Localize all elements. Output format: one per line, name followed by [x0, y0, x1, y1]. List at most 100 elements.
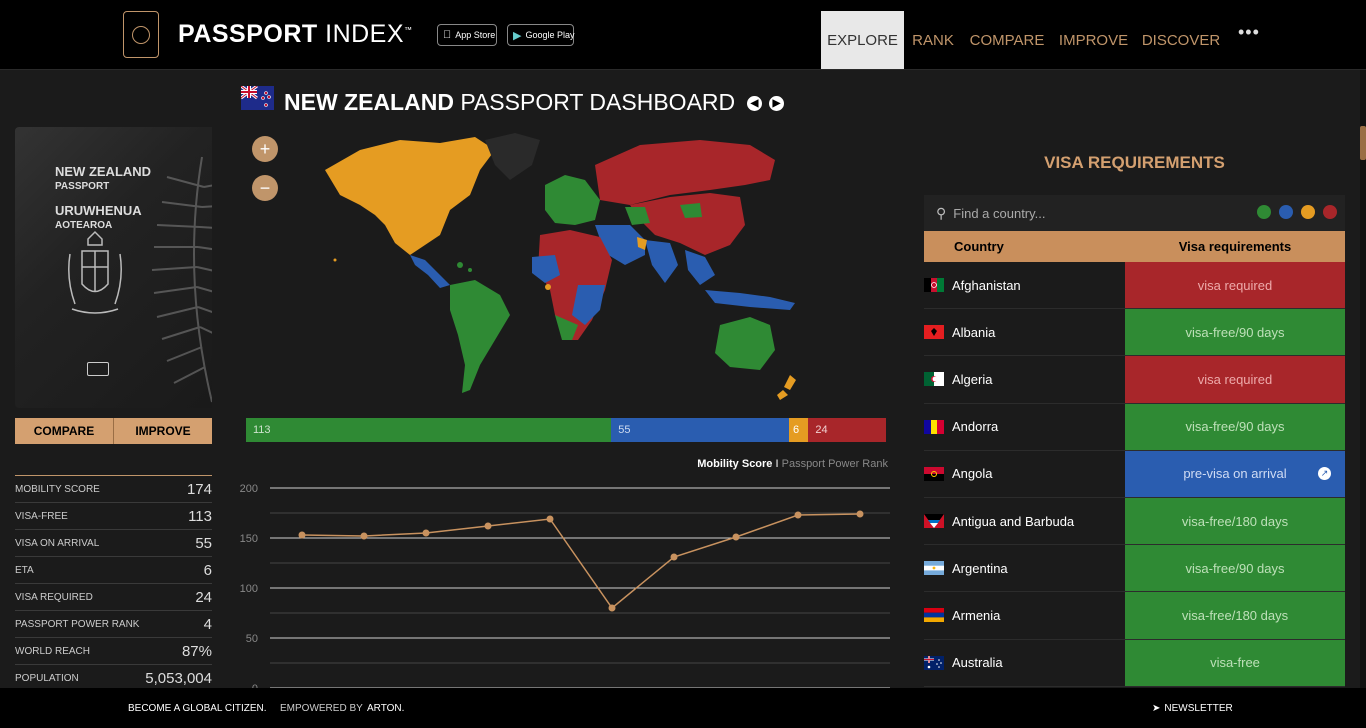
play-icon: ▶	[513, 29, 522, 42]
passport-stats: MOBILITY SCORE 174 VISA-FREE 113 VISA ON A…	[15, 475, 212, 692]
chart-legend: Mobility Score I Passport Power Rank	[697, 458, 888, 470]
argentina-flag-icon	[924, 561, 944, 576]
country-name: Antigua and Barbuda	[952, 513, 1075, 529]
country-name: Armenia	[952, 607, 1001, 623]
stat-value: 24	[195, 588, 212, 606]
filter-eta-dot[interactable]	[1301, 205, 1315, 219]
visa-status: pre-visa on arrival ↗	[1125, 450, 1345, 497]
visa-free-segment[interactable]: 113	[246, 418, 612, 442]
data-point[interactable]	[360, 532, 368, 540]
nav-improve[interactable]: IMPROVE	[1052, 11, 1135, 69]
scrollbar-thumb[interactable]	[1360, 126, 1366, 160]
stat-row: VISA-FREE 113	[15, 503, 212, 530]
andorra-flag-icon	[924, 419, 944, 434]
zoom-out-button[interactable]: −	[252, 175, 278, 201]
dashboard-title: NEW ZEALAND PASSPORT DASHBOARD	[284, 89, 736, 115]
stat-label: VISA-FREE	[15, 510, 68, 522]
data-point[interactable]	[794, 511, 802, 519]
passport-maori-text: URUWHENUA	[55, 203, 142, 218]
nav-discover[interactable]: DISCOVER	[1135, 11, 1227, 69]
column-visa-requirements[interactable]: Visa requirements	[1125, 239, 1345, 254]
country-name: Andorra	[952, 419, 999, 435]
improve-button[interactable]: IMPROVE	[113, 418, 212, 444]
filter-visa-required-dot[interactable]	[1323, 205, 1337, 219]
data-point[interactable]	[856, 510, 864, 518]
stat-value: 4	[203, 615, 212, 633]
zoom-in-button[interactable]: +	[252, 136, 278, 162]
footer-tagline: BECOME A GLOBAL CITIZEN.	[128, 702, 267, 714]
footer-empowered: EMPOWERED BY	[280, 702, 363, 714]
eta-segment[interactable]: 6	[789, 418, 809, 442]
info-arrow-icon[interactable]: ↗	[1318, 467, 1331, 481]
page-scrollbar[interactable]	[1360, 70, 1366, 690]
apple-icon: 	[443, 29, 451, 41]
stat-row: MOBILITY SCORE 174	[15, 476, 212, 503]
visa-on-arrival-segment[interactable]: 55	[611, 418, 790, 442]
data-point[interactable]	[298, 531, 306, 539]
table-row[interactable]: Angola pre-visa on arrival ↗	[924, 450, 1345, 498]
visa-status: visa-free/90 days	[1125, 545, 1345, 592]
afghanistan-flag-icon	[924, 278, 944, 293]
new-zealand-flag-icon	[241, 86, 274, 110]
algeria-flag-icon	[924, 372, 944, 387]
legend-power-rank[interactable]: Passport Power Rank	[782, 458, 888, 470]
search-icon: ⚲	[936, 204, 947, 221]
nav-rank[interactable]: RANK	[904, 11, 962, 69]
stat-value: 87%	[181, 642, 212, 660]
table-row[interactable]: Andorra visa-free/90 days	[924, 403, 1345, 451]
table-row[interactable]: Algeria visa required	[924, 356, 1345, 404]
nav-explore[interactable]: EXPLORE	[821, 11, 904, 69]
stat-row: ETA 6	[15, 557, 212, 584]
legend-mobility-score[interactable]: Mobility Score	[697, 458, 772, 470]
filter-visa-on-arrival-dot[interactable]	[1279, 205, 1293, 219]
stat-value: 6	[203, 561, 212, 579]
visa-table-header: Country Visa requirements	[924, 231, 1345, 262]
data-point[interactable]	[670, 553, 678, 561]
filter-visa-free-dot[interactable]	[1257, 205, 1271, 219]
stat-label: WORLD REACH	[15, 645, 91, 657]
data-point[interactable]	[732, 533, 740, 541]
world-visa-map[interactable]	[300, 125, 820, 405]
visa-required-segment[interactable]: 24	[808, 418, 886, 442]
stat-label: ETA	[15, 564, 34, 576]
data-point[interactable]	[484, 522, 492, 530]
table-row[interactable]: Antigua and Barbuda visa-free/180 days	[924, 497, 1345, 546]
country-name: Afghanistan	[952, 277, 1021, 293]
footer-arton-link[interactable]: ARTON.	[367, 703, 404, 714]
top-navbar: PASSPORT INDEX™ App Store ▶Google Play …	[0, 0, 1366, 70]
visa-status: visa-free/180 days	[1125, 497, 1345, 545]
stat-row: PASSPORT POWER RANK 4	[15, 611, 212, 638]
compare-button[interactable]: COMPARE	[15, 418, 113, 444]
country-name: Argentina	[952, 560, 1008, 576]
stat-row: VISA ON ARRIVAL 55	[15, 530, 212, 557]
y-tick-label: 150	[240, 533, 258, 545]
table-row[interactable]: Afghanistan visa required	[924, 262, 1345, 310]
google-play-badge[interactable]: ▶ Google Play	[507, 24, 575, 46]
stat-row: VISA REQUIRED 24	[15, 584, 212, 611]
passport-logo-icon[interactable]	[123, 11, 159, 58]
data-point[interactable]	[422, 529, 430, 537]
passport-word-text: PASSPORT	[55, 181, 110, 192]
visa-status: visa-free	[1125, 639, 1345, 686]
data-point[interactable]	[608, 604, 616, 612]
data-point[interactable]	[546, 515, 554, 523]
antigua-and-barbuda-flag-icon	[924, 514, 944, 529]
table-row[interactable]: Albania visa-free/90 days	[924, 309, 1345, 357]
nav-compare[interactable]: COMPARE	[963, 11, 1051, 69]
table-row[interactable]: Armenia visa-free/180 days	[924, 592, 1345, 640]
brand-wordmark[interactable]: PASSPORT INDEX™	[178, 20, 413, 49]
app-store-badge[interactable]: App Store	[437, 24, 497, 46]
more-menu-icon[interactable]: •••	[1238, 22, 1260, 43]
column-country[interactable]: Country	[924, 239, 1125, 254]
next-country-button[interactable]: ▶	[769, 96, 784, 111]
stat-value: 113	[188, 507, 212, 525]
newsletter-link[interactable]: ➤ NEWSLETTER	[1152, 703, 1233, 714]
table-row[interactable]: Australia visa-free	[924, 639, 1345, 687]
table-row[interactable]: Argentina visa-free/90 days	[924, 545, 1345, 593]
stat-value: 174	[186, 480, 212, 498]
prev-country-button[interactable]: ◀	[747, 96, 762, 111]
passport-country-text: NEW ZEALAND	[55, 164, 152, 179]
country-search-input[interactable]	[953, 205, 1234, 221]
visa-requirements-title: VISA REQUIREMENTS	[1044, 153, 1225, 172]
passport-actions: COMPARE IMPROVE	[15, 418, 212, 444]
